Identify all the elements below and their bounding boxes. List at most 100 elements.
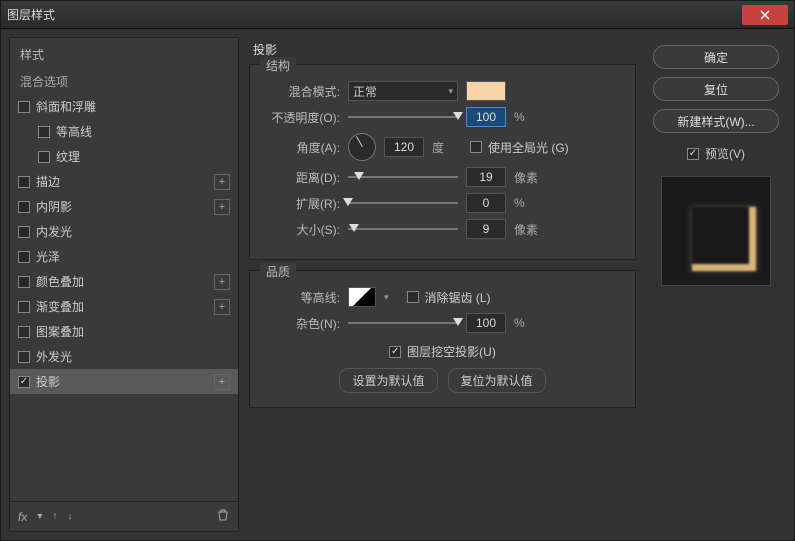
preview-label: 预览(V) bbox=[705, 145, 745, 162]
style-label: 渐变叠加 bbox=[36, 298, 208, 315]
window-title: 图层样式 bbox=[7, 6, 742, 23]
size-unit: 像素 bbox=[514, 221, 544, 238]
add-effect-icon[interactable]: + bbox=[214, 199, 230, 215]
style-checkbox[interactable] bbox=[38, 126, 50, 138]
style-checkbox[interactable] bbox=[18, 226, 30, 238]
angle-dial[interactable] bbox=[348, 133, 376, 161]
style-item-4[interactable]: 内阴影 + bbox=[10, 194, 238, 219]
style-item-7[interactable]: 颜色叠加 + bbox=[10, 269, 238, 294]
style-item-1[interactable]: 等高线 bbox=[10, 119, 238, 144]
global-light-label: 使用全局光 (G) bbox=[488, 139, 569, 156]
size-label: 大小(S): bbox=[262, 221, 340, 238]
style-label: 颜色叠加 bbox=[36, 273, 208, 290]
structure-legend: 结构 bbox=[260, 57, 296, 74]
new-style-button[interactable]: 新建样式(W)... bbox=[653, 109, 779, 133]
distance-input[interactable] bbox=[466, 167, 506, 187]
style-checkbox[interactable] bbox=[18, 376, 30, 388]
style-item-0[interactable]: 斜面和浮雕 bbox=[10, 94, 238, 119]
preview-shape bbox=[692, 207, 756, 271]
ok-button[interactable]: 确定 bbox=[653, 45, 779, 69]
opacity-input[interactable] bbox=[466, 107, 506, 127]
add-effect-icon[interactable]: + bbox=[214, 374, 230, 390]
style-checkbox[interactable] bbox=[18, 301, 30, 313]
noise-slider[interactable] bbox=[348, 316, 458, 330]
angle-unit: 度 bbox=[432, 139, 462, 156]
distance-unit: 像素 bbox=[514, 169, 544, 186]
trash-icon[interactable] bbox=[216, 508, 230, 525]
style-item-8[interactable]: 渐变叠加 + bbox=[10, 294, 238, 319]
size-input[interactable] bbox=[466, 219, 506, 239]
noise-unit: % bbox=[514, 316, 544, 330]
spread-unit: % bbox=[514, 196, 544, 210]
spread-slider[interactable] bbox=[348, 196, 458, 210]
style-item-6[interactable]: 光泽 bbox=[10, 244, 238, 269]
opacity-unit: % bbox=[514, 110, 544, 124]
antialias-checkbox[interactable] bbox=[407, 291, 419, 303]
angle-input[interactable] bbox=[384, 137, 424, 157]
add-effect-icon[interactable]: + bbox=[214, 274, 230, 290]
blend-mode-select[interactable]: 正常 ▾ bbox=[348, 81, 458, 101]
contour-picker[interactable] bbox=[348, 287, 376, 307]
preview-box bbox=[661, 176, 771, 286]
add-effect-icon[interactable]: + bbox=[214, 299, 230, 315]
style-label: 内阴影 bbox=[36, 198, 208, 215]
quality-legend: 品质 bbox=[260, 263, 296, 280]
close-icon bbox=[760, 10, 770, 20]
antialias-label: 消除锯齿 (L) bbox=[425, 289, 491, 306]
size-slider[interactable] bbox=[348, 222, 458, 236]
blend-mode-label: 混合模式: bbox=[262, 83, 340, 100]
structure-group: 结构 混合模式: 正常 ▾ 不透明度(O): % 角度(A): bbox=[249, 64, 636, 260]
style-checkbox[interactable] bbox=[18, 326, 30, 338]
opacity-label: 不透明度(O): bbox=[262, 109, 340, 126]
noise-input[interactable] bbox=[466, 313, 506, 333]
move-up-icon[interactable]: ↑ bbox=[52, 511, 57, 522]
style-checkbox[interactable] bbox=[18, 351, 30, 363]
style-checkbox[interactable] bbox=[18, 251, 30, 263]
style-label: 外发光 bbox=[36, 348, 230, 365]
global-light-checkbox[interactable] bbox=[470, 141, 482, 153]
shadow-color-swatch[interactable] bbox=[466, 81, 506, 101]
set-default-button[interactable]: 设置为默认值 bbox=[339, 368, 437, 393]
style-label: 纹理 bbox=[56, 148, 230, 165]
blend-options[interactable]: 混合选项 bbox=[10, 69, 238, 94]
distance-label: 距离(D): bbox=[262, 169, 340, 186]
cancel-button[interactable]: 复位 bbox=[653, 77, 779, 101]
quality-group: 品质 等高线: ▾ 消除锯齿 (L) 杂色(N): % bbox=[249, 270, 636, 408]
style-item-3[interactable]: 描边 + bbox=[10, 169, 238, 194]
move-down-icon[interactable]: ↓ bbox=[67, 511, 72, 522]
style-label: 投影 bbox=[36, 373, 208, 390]
distance-slider[interactable] bbox=[348, 170, 458, 184]
style-label: 描边 bbox=[36, 173, 208, 190]
styles-panel: 样式 混合选项 斜面和浮雕等高线纹理描边 + 内阴影 + 内发光光泽颜色叠加 + 渐变叠加 +… bbox=[9, 37, 239, 532]
reset-default-button[interactable]: 复位为默认值 bbox=[448, 368, 546, 393]
style-item-10[interactable]: 外发光 bbox=[10, 344, 238, 369]
chevron-down-icon: ▾ bbox=[448, 86, 453, 97]
style-label: 内发光 bbox=[36, 223, 230, 240]
style-checkbox[interactable] bbox=[18, 176, 30, 188]
style-item-9[interactable]: 图案叠加 bbox=[10, 319, 238, 344]
preview-checkbox[interactable] bbox=[687, 148, 699, 160]
style-label: 斜面和浮雕 bbox=[36, 98, 230, 115]
spread-input[interactable] bbox=[466, 193, 506, 213]
styles-header: 样式 bbox=[10, 38, 238, 69]
fx-menu-icon[interactable]: ▾ bbox=[37, 511, 42, 522]
contour-caret-icon[interactable]: ▾ bbox=[384, 292, 389, 303]
blend-mode-value: 正常 bbox=[353, 83, 377, 100]
style-checkbox[interactable] bbox=[18, 101, 30, 113]
noise-label: 杂色(N): bbox=[262, 315, 340, 332]
style-item-2[interactable]: 纹理 bbox=[10, 144, 238, 169]
spread-label: 扩展(R): bbox=[262, 195, 340, 212]
style-item-11[interactable]: 投影 + bbox=[10, 369, 238, 394]
knockout-checkbox[interactable] bbox=[389, 346, 401, 358]
opacity-slider[interactable] bbox=[348, 110, 458, 124]
style-checkbox[interactable] bbox=[18, 276, 30, 288]
fx-label[interactable]: fx bbox=[18, 510, 27, 524]
add-effect-icon[interactable]: + bbox=[214, 174, 230, 190]
style-checkbox[interactable] bbox=[18, 201, 30, 213]
close-button[interactable] bbox=[742, 5, 788, 25]
contour-label: 等高线: bbox=[262, 289, 340, 306]
angle-label: 角度(A): bbox=[262, 139, 340, 156]
style-label: 光泽 bbox=[36, 248, 230, 265]
style-checkbox[interactable] bbox=[38, 151, 50, 163]
style-item-5[interactable]: 内发光 bbox=[10, 219, 238, 244]
